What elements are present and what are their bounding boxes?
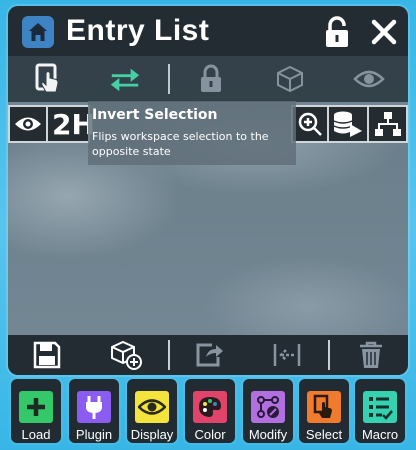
palette-icon	[193, 391, 227, 423]
swap-arrows-icon	[110, 68, 140, 92]
visibility-button[interactable]	[352, 62, 386, 96]
export-icon	[196, 343, 223, 367]
hierarchy-icon	[374, 112, 401, 136]
window-title: Entry List	[66, 14, 210, 47]
collapse-icon	[273, 344, 301, 366]
delete-button[interactable]	[354, 339, 388, 371]
plug-icon	[77, 391, 111, 423]
select-icon	[307, 391, 341, 423]
database-play-icon	[333, 111, 362, 137]
entry-name: 2H	[46, 105, 95, 143]
dock-modify-button[interactable]: Modify	[243, 379, 293, 443]
dock-label: Macro	[361, 427, 399, 442]
tooltip-description: Flips workspace selection to the opposit…	[92, 130, 269, 158]
touch-select-button[interactable]	[32, 62, 66, 96]
database-button[interactable]	[327, 105, 369, 143]
plus-icon	[19, 391, 53, 423]
dock-load-button[interactable]: Load	[11, 379, 61, 443]
unlock-icon[interactable]	[324, 16, 350, 48]
eye-icon	[15, 117, 41, 131]
toolbar-divider	[168, 64, 170, 94]
dock-label: Load	[21, 427, 51, 442]
collapse-button[interactable]	[270, 339, 304, 371]
save-button[interactable]	[30, 339, 64, 371]
dock-select-button[interactable]: Select	[299, 379, 349, 443]
bottom-divider	[328, 340, 330, 370]
bottom-toolbar	[8, 335, 408, 375]
dock-plugin-button[interactable]: Plugin	[69, 379, 119, 443]
bounding-box-button[interactable]	[273, 62, 307, 96]
dock-label: Color	[194, 427, 226, 442]
top-toolbar	[8, 56, 408, 102]
lock-icon	[201, 64, 221, 92]
home-icon	[29, 23, 47, 41]
dock-label: Select	[305, 427, 343, 442]
touch-select-icon	[35, 63, 59, 93]
dock-label: Plugin	[75, 427, 113, 442]
row-visibility-button[interactable]	[8, 105, 48, 143]
add-object-button[interactable]	[109, 339, 143, 371]
add-object-icon	[111, 340, 142, 370]
dock-label: Display	[130, 427, 174, 442]
save-icon	[33, 341, 61, 369]
close-icon[interactable]	[370, 18, 398, 46]
hierarchy-button[interactable]	[367, 105, 408, 143]
dock-color-button[interactable]: Color	[185, 379, 235, 443]
trash-icon	[360, 341, 382, 368]
tooltip: Invert Selection Flips workspace selecti…	[88, 101, 296, 165]
bottom-divider	[168, 340, 170, 370]
home-button[interactable]	[22, 16, 54, 48]
eye-icon	[353, 70, 385, 88]
dock-display-button[interactable]: Display	[127, 379, 177, 443]
invert-selection-button[interactable]	[108, 62, 142, 96]
dock-label: Modify	[248, 427, 288, 442]
modify-icon	[251, 391, 285, 423]
title-bar: Entry List	[8, 6, 408, 56]
tooltip-title: Invert Selection	[92, 107, 218, 123]
cube-wireframe-icon	[277, 65, 303, 93]
lock-button[interactable]	[194, 62, 228, 96]
entry-list-window: Entry List 2H Invert Selection Flips wor…	[8, 6, 408, 375]
export-button[interactable]	[192, 339, 226, 371]
macro-list-icon	[363, 391, 397, 423]
zoom-button[interactable]	[291, 105, 329, 143]
zoom-in-icon	[298, 112, 322, 136]
eye-icon	[135, 391, 169, 423]
dock-macro-button[interactable]: Macro	[355, 379, 405, 443]
dock-bar: Load Plugin Display Color Modify Select	[0, 378, 416, 450]
